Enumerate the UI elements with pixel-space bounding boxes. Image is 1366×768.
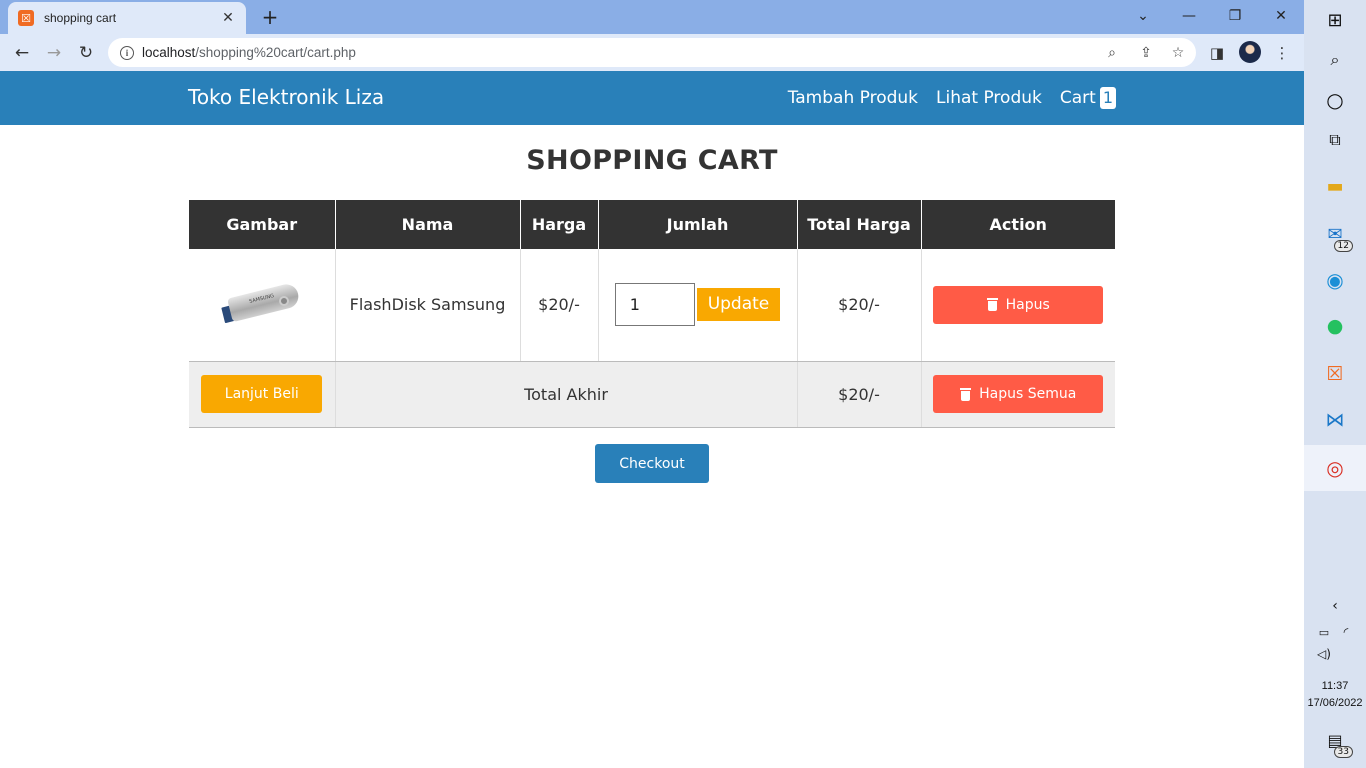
side-panel-icon[interactable]: ◨ xyxy=(1206,42,1228,64)
product-price: $20/- xyxy=(520,249,599,362)
file-explorer-icon[interactable]: ▬ xyxy=(1323,174,1347,198)
nav-cart-label: Cart xyxy=(1059,88,1096,108)
site-brand[interactable]: Toko Elektronik Liza xyxy=(188,85,384,109)
quantity-input[interactable] xyxy=(614,283,695,327)
nav-add-product-link[interactable]: Tambah Produk xyxy=(788,88,918,108)
delete-all-button[interactable]: Hapus Semua xyxy=(933,375,1104,413)
cart-table: Gambar Nama Harga Jumlah Total Harga Act… xyxy=(189,200,1115,428)
close-window-button[interactable]: ✕ xyxy=(1258,4,1304,28)
zoom-icon[interactable]: ⌕ xyxy=(1102,43,1122,63)
notification-badge: 33 xyxy=(1333,746,1353,758)
search-icon[interactable]: ⌕ xyxy=(1323,48,1347,72)
column-header: Nama xyxy=(335,200,521,249)
checkout-button[interactable]: Checkout xyxy=(595,444,709,483)
browser-toolbar: ← → ↻ i localhost/shopping%20cart/cart.p… xyxy=(0,34,1304,71)
volume-icon[interactable]: ◁) xyxy=(1312,642,1336,666)
product-total: $20/- xyxy=(797,249,922,362)
clock-date[interactable]: 17/06/2022 xyxy=(1304,697,1366,709)
show-hidden-icons-chevron-icon[interactable]: ‹ xyxy=(1323,594,1347,618)
column-header: Jumlah xyxy=(598,200,798,249)
web-page: Toko Elektronik Liza Tambah Produk Lihat… xyxy=(0,71,1304,768)
nav-view-products-link[interactable]: Lihat Produk xyxy=(936,88,1042,108)
column-header: Total Harga xyxy=(797,200,922,249)
column-header: Harga xyxy=(520,200,599,249)
notifications-icon[interactable]: ▤ 33 xyxy=(1323,728,1353,758)
cortana-icon[interactable]: ○ xyxy=(1323,88,1347,112)
product-image: SAMSUNG xyxy=(220,281,301,328)
minimize-button[interactable]: — xyxy=(1166,4,1212,28)
browser-tab[interactable]: ☒ shopping cart ✕ xyxy=(8,2,246,34)
battery-icon[interactable]: ▭ xyxy=(1312,620,1336,644)
table-header-row: Gambar Nama Harga Jumlah Total Harga Act… xyxy=(189,200,1115,249)
quantity-cell: Update xyxy=(598,249,798,362)
reload-icon[interactable]: ↻ xyxy=(73,40,99,66)
delete-button[interactable]: Hapus xyxy=(933,285,1104,324)
product-image-cell: SAMSUNG xyxy=(189,249,336,362)
grand-total-label: Total Akhir xyxy=(335,361,798,428)
tab-title: shopping cart xyxy=(44,11,117,25)
delete-label: Hapus xyxy=(1005,296,1050,313)
trash-icon xyxy=(986,298,998,312)
new-tab-button[interactable]: + xyxy=(258,5,282,29)
profile-avatar[interactable] xyxy=(1239,41,1261,63)
url-host: localhost xyxy=(142,45,196,60)
back-arrow-icon[interactable]: ← xyxy=(9,40,35,66)
grand-total-value: $20/- xyxy=(797,361,922,428)
mail-icon[interactable]: ✉ 12 xyxy=(1323,222,1353,252)
forward-arrow-icon[interactable]: → xyxy=(41,40,67,66)
task-view-icon[interactable]: ⧉ xyxy=(1323,128,1347,152)
browser-tab-strip: ☒ shopping cart ✕ + ⌄ — ❐ ✕ xyxy=(0,0,1304,34)
product-name: FlashDisk Samsung xyxy=(335,249,521,362)
xampp-icon[interactable]: ☒ xyxy=(1323,362,1347,386)
whatsapp-icon[interactable]: ● xyxy=(1323,314,1347,338)
site-navbar: Toko Elektronik Liza Tambah Produk Lihat… xyxy=(0,71,1304,125)
page-title: SHOPPING CART xyxy=(526,145,778,176)
update-button[interactable]: Update xyxy=(696,288,781,322)
action-cell: Hapus xyxy=(921,249,1115,362)
tab-close-icon[interactable]: ✕ xyxy=(220,10,236,26)
delete-all-label: Hapus Semua xyxy=(979,386,1077,402)
restore-button[interactable]: ❐ xyxy=(1212,4,1258,28)
address-bar[interactable]: i localhost/shopping%20cart/cart.php ⌕ ⇪… xyxy=(108,38,1196,67)
share-icon[interactable]: ⇪ xyxy=(1136,43,1156,63)
chrome-icon[interactable]: ◎ xyxy=(1323,456,1347,480)
trash-icon xyxy=(960,387,972,401)
site-nav-links: Tambah Produk Lihat Produk Cart 1 xyxy=(788,87,1116,109)
tab-search-icon[interactable]: ⌄ xyxy=(1120,4,1166,28)
column-header: Action xyxy=(921,200,1115,249)
bookmark-star-icon[interactable]: ☆ xyxy=(1168,43,1188,63)
mail-badge: 12 xyxy=(1333,240,1353,252)
windows-start-icon[interactable]: ⊞ xyxy=(1323,8,1347,32)
continue-cell: Lanjut Beli xyxy=(189,361,336,428)
wifi-icon[interactable]: ◜ xyxy=(1334,620,1358,644)
column-header: Gambar xyxy=(189,200,336,249)
menu-kebab-icon[interactable]: ⋮ xyxy=(1271,42,1293,64)
table-row: SAMSUNG FlashDisk Samsung $20/- Update $… xyxy=(189,249,1115,362)
url-path: /shopping%20cart/cart.php xyxy=(195,45,356,60)
clock-time[interactable]: 11:37 xyxy=(1304,680,1366,692)
cart-count-badge: 1 xyxy=(1099,87,1116,109)
xampp-favicon-icon: ☒ xyxy=(18,10,34,26)
windows-taskbar: ⊞ ⌕ ○ ⧉ ▬ ✉ 12 ◉ ● ☒ ⋈ ◎ ‹ ▭ ◜ ◁) 11:37 1… xyxy=(1304,0,1366,768)
edge-browser-icon[interactable]: ◉ xyxy=(1323,268,1347,292)
continue-shopping-button[interactable]: Lanjut Beli xyxy=(201,375,323,413)
nav-cart-link[interactable]: Cart 1 xyxy=(1060,87,1116,109)
vscode-icon[interactable]: ⋈ xyxy=(1323,408,1347,432)
site-info-icon[interactable]: i xyxy=(120,45,134,60)
total-row: Lanjut Beli Total Akhir $20/- Hapus Semu… xyxy=(189,361,1115,428)
delete-all-cell: Hapus Semua xyxy=(921,361,1115,428)
